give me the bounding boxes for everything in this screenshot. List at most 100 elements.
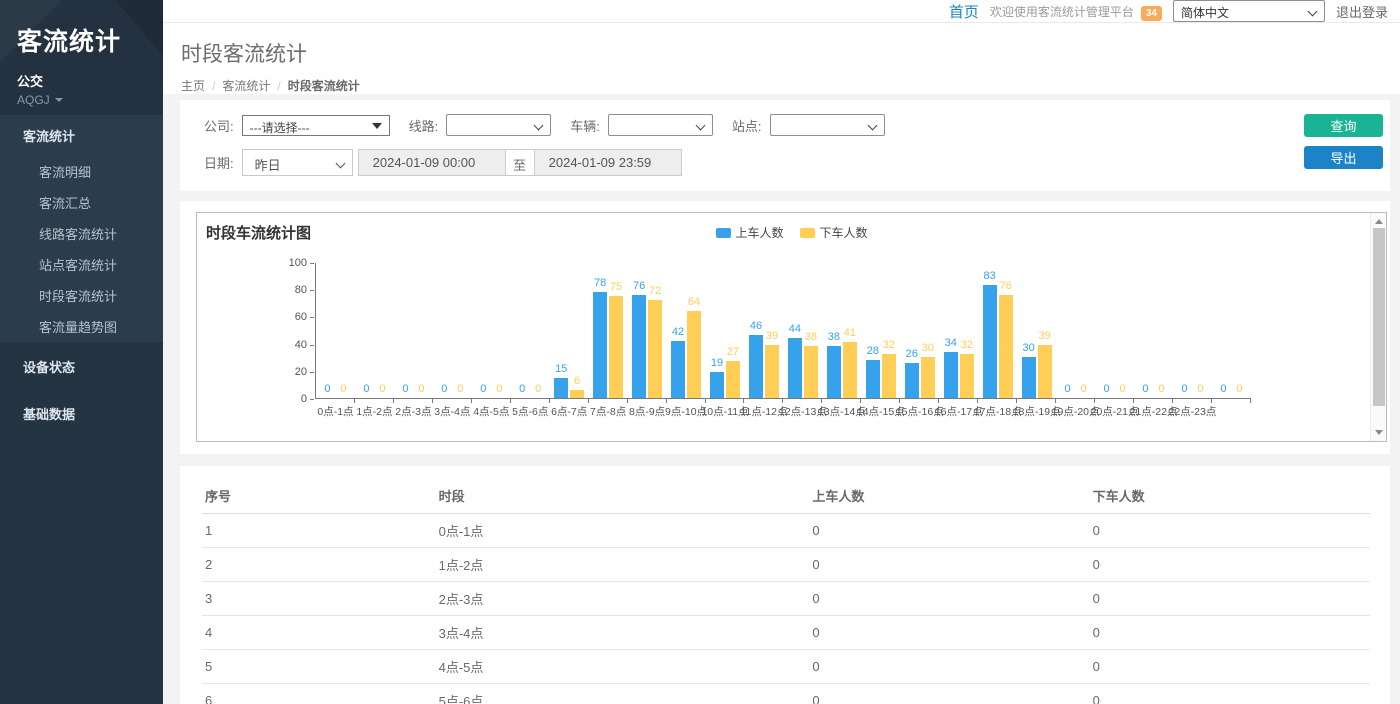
sidebar-section-header[interactable]: 客流统计 — [0, 115, 163, 156]
bar[interactable] — [1038, 345, 1052, 398]
y-axis-tick-icon — [310, 399, 314, 400]
bar-group: 002点-3点 — [394, 263, 433, 398]
bar-slot: 0 — [531, 263, 545, 398]
sidebar-section-header[interactable]: 基础数据 — [0, 393, 163, 434]
bar[interactable] — [687, 311, 701, 398]
bar-slot: 41 — [843, 263, 857, 398]
sidebar-item[interactable]: 客流量趋势图 — [0, 311, 163, 342]
table-cell: 0点-1点 — [436, 514, 810, 548]
bar-group: 001点-2点 — [355, 263, 394, 398]
bar[interactable] — [827, 346, 841, 398]
bar-group: 0020点-21点 — [1095, 263, 1134, 398]
bar[interactable] — [788, 338, 802, 398]
query-button[interactable]: 查询 — [1304, 114, 1383, 137]
bar-slot: 30 — [1022, 263, 1036, 398]
station-select[interactable] — [770, 114, 885, 136]
company-select[interactable]: ---请选择--- — [242, 115, 390, 136]
x-axis-label: 0点-1点 — [317, 404, 353, 419]
export-button[interactable]: 导出 — [1304, 146, 1383, 169]
bar[interactable] — [960, 354, 974, 398]
date-preset-select[interactable]: 昨日 — [242, 149, 353, 176]
bar-slot: 0 — [1232, 263, 1246, 398]
triangle-down-icon — [372, 123, 382, 129]
y-axis-tick-icon — [310, 290, 314, 291]
bar-value-label: 0 — [1065, 383, 1071, 395]
y-axis-tick-icon — [310, 317, 314, 318]
bar-slot: 38 — [827, 263, 841, 398]
bar-group: 343216点-17点 — [939, 263, 978, 398]
bar[interactable] — [671, 341, 685, 398]
legend-item[interactable]: 上车人数 — [715, 224, 783, 241]
home-link[interactable]: 首页 — [949, 1, 979, 22]
bar-value-label: 0 — [519, 383, 525, 395]
bar[interactable] — [765, 345, 779, 398]
bar-group: 1566点-7点 — [550, 263, 589, 398]
bar-value-label: 34 — [945, 337, 957, 349]
bar-group: 003点-4点 — [433, 263, 472, 398]
scroll-up-icon[interactable] — [1375, 219, 1383, 224]
vehicle-select[interactable] — [608, 114, 713, 136]
bar[interactable] — [632, 295, 646, 398]
bar[interactable] — [554, 378, 568, 398]
logout-link[interactable]: 退出登录 — [1336, 2, 1388, 21]
sidebar-item[interactable]: 站点客流统计 — [0, 249, 163, 280]
bar[interactable] — [804, 346, 818, 398]
bar[interactable] — [983, 285, 997, 398]
bar[interactable] — [593, 292, 607, 398]
language-select[interactable]: 简体中文 — [1173, 0, 1325, 22]
breadcrumb-item[interactable]: 客流统计 — [222, 77, 270, 94]
bar-value-label: 0 — [457, 383, 463, 395]
y-axis-label: 40 — [273, 339, 307, 351]
org-selector[interactable]: AQGJ — [17, 93, 163, 107]
bar-slot: 0 — [398, 263, 412, 398]
notification-badge[interactable]: 34 — [1141, 6, 1162, 21]
scroll-down-icon[interactable] — [1375, 430, 1383, 435]
bar[interactable] — [1022, 357, 1036, 398]
bar[interactable] — [944, 352, 958, 398]
sidebar-item[interactable]: 客流汇总 — [0, 187, 163, 218]
bar[interactable] — [749, 335, 763, 398]
page-title: 时段客流统计 — [181, 38, 1400, 68]
bar[interactable] — [905, 363, 919, 398]
sidebar-section-header[interactable]: 设备状态 — [0, 346, 163, 387]
bar[interactable] — [648, 300, 662, 398]
bar-value-label: 0 — [340, 383, 346, 395]
x-axis-label: 3点-4点 — [434, 404, 470, 419]
station-label: 站点: — [732, 116, 762, 135]
date-to-input[interactable]: 2024-01-09 23:59 — [534, 149, 682, 176]
bar[interactable] — [999, 295, 1013, 398]
sidebar-item[interactable]: 线路客流统计 — [0, 218, 163, 249]
date-range-group: 2024-01-09 00:00 至 2024-01-09 23:59 — [358, 149, 682, 176]
bar[interactable] — [726, 361, 740, 398]
bar-group: 004点-5点 — [472, 263, 511, 398]
breadcrumb-item[interactable]: 主页 — [181, 77, 205, 94]
bar[interactable] — [570, 390, 584, 398]
line-select[interactable] — [446, 114, 551, 136]
main-area: 首页 欢迎使用客流统计管理平台 34 简体中文 退出登录 时段客流统计 主页/客… — [163, 0, 1400, 704]
bar[interactable] — [609, 296, 623, 398]
bar[interactable] — [921, 357, 935, 398]
chart-legend: 上车人数下车人数 — [715, 224, 867, 241]
bar[interactable] — [710, 372, 724, 398]
sidebar-item[interactable]: 客流明细 — [0, 156, 163, 187]
bar[interactable] — [866, 360, 880, 398]
legend-item[interactable]: 下车人数 — [800, 224, 868, 241]
bar-slot: 32 — [960, 263, 974, 398]
y-axis-label: 100 — [273, 257, 307, 269]
date-from-input[interactable]: 2024-01-09 00:00 — [358, 149, 506, 176]
sidebar-item[interactable]: 时段客流统计 — [0, 280, 163, 311]
bar-slot: 75 — [609, 263, 623, 398]
bar-group: 00 — [1212, 263, 1251, 398]
company-label: 公司: — [204, 116, 234, 135]
filter-row-1: 公司: ---请选择--- 线路: 车辆: 站点: — [204, 114, 1290, 136]
org-name: 公交 — [17, 71, 163, 90]
breadcrumb: 主页/客流统计/时段客流统计 — [181, 77, 1400, 94]
scrollbar-thumb[interactable] — [1373, 228, 1385, 406]
bar[interactable] — [843, 342, 857, 398]
bar-value-label: 30 — [922, 342, 934, 354]
bar-value-label: 27 — [727, 346, 739, 358]
chart-scrollbar[interactable] — [1370, 213, 1386, 441]
x-axis-label: 4点-5点 — [473, 404, 509, 419]
table-cell: 0 — [1090, 616, 1370, 650]
bar[interactable] — [882, 354, 896, 398]
